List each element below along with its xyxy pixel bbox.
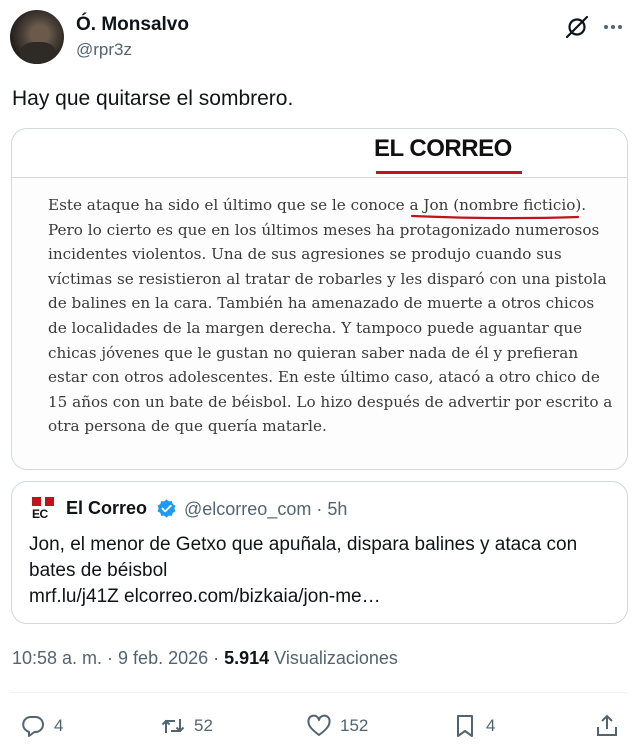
author-display-name[interactable]: Ó. Monsalvo	[76, 14, 189, 36]
quoted-tweet[interactable]: EC El Correo @elcorreo_com · 5h Jon, el …	[11, 481, 628, 624]
article-paragraph: Este ataque ha sido el último que se le …	[48, 193, 613, 439]
like-count: 152	[340, 716, 369, 735]
article-masthead	[12, 129, 627, 177]
article-line: 15 años con un bate de béisbol. Lo hizo …	[48, 392, 613, 411]
article-line: Pero lo cierto es que en los últimos mes…	[48, 220, 600, 239]
quoted-text: Jon, el menor de Getxo que apuñala, disp…	[29, 532, 619, 610]
article-line: víctimas se resistieron al tratar de rob…	[48, 269, 607, 288]
retweet-count: 52	[194, 716, 213, 735]
retweet-button[interactable]: 52	[160, 708, 213, 744]
views-count: 5.914	[224, 648, 270, 668]
retweet-icon	[161, 719, 185, 733]
article-line: de localidades de la margen derecha. Y t…	[48, 318, 583, 337]
article-line: estar con otros adolescentes. En este úl…	[48, 368, 600, 387]
more-icon[interactable]	[600, 14, 626, 40]
article-line: chicas jóvenes que le gustan no quieran …	[48, 343, 579, 362]
quoted-text-line: Jon, el menor de Getxo que apuñala, disp…	[29, 534, 578, 555]
share-icon	[597, 714, 617, 736]
like-icon	[307, 714, 331, 736]
logo-underline	[376, 171, 522, 174]
bookmark-button[interactable]: 4	[452, 708, 495, 744]
article-line: de balines en la cara. También ha amenaz…	[48, 294, 595, 313]
divider	[12, 177, 627, 178]
article-line: otra persona de que quería matarle.	[48, 417, 327, 436]
views-label: Visualizaciones	[269, 648, 398, 668]
quoted-author-name[interactable]: El Correo	[66, 498, 147, 519]
el-correo-logo: EL CORREO	[374, 135, 512, 162]
attached-image[interactable]: EL CORREO Este ataque ha sido el último …	[11, 128, 628, 470]
tweet-text: Hay que quitarse el sombrero.	[12, 87, 294, 110]
share-button[interactable]	[594, 708, 628, 744]
quoted-handle-time: @elcorreo_com · 5h	[184, 499, 348, 519]
reply-button[interactable]: 4	[20, 708, 63, 744]
bookmark-count: 4	[486, 716, 496, 735]
timestamp[interactable]: 10:58 a. m. · 9 feb. 2026 ·	[12, 648, 224, 668]
quoted-link[interactable]: mrf.lu/j41Z elcorreo.com/bizkaia/jon-me…	[29, 584, 619, 610]
reply-icon	[22, 716, 44, 737]
author-handle[interactable]: @rpr3z	[76, 40, 132, 60]
action-bar: 4 52 152 4	[0, 708, 638, 744]
verified-icon	[157, 499, 176, 518]
red-handdrawn-underline	[410, 214, 580, 220]
quoted-text-line: bates de béisbol	[29, 560, 168, 581]
tweet-meta: 10:58 a. m. · 9 feb. 2026 · 5.914 Visual…	[12, 648, 398, 669]
reply-count: 4	[54, 716, 64, 735]
grok-icon[interactable]	[564, 14, 590, 40]
avatar[interactable]	[10, 10, 64, 64]
ec-logo-text: EC	[32, 507, 48, 521]
tweet-header: Ó. Monsalvo @rpr3z	[10, 10, 628, 66]
like-button[interactable]: 152	[306, 708, 368, 744]
article-line: incidentes violentos. Una de sus agresio…	[48, 245, 562, 264]
divider	[10, 692, 628, 693]
el-correo-avatar[interactable]: EC	[32, 497, 54, 521]
bookmark-icon	[457, 715, 473, 737]
